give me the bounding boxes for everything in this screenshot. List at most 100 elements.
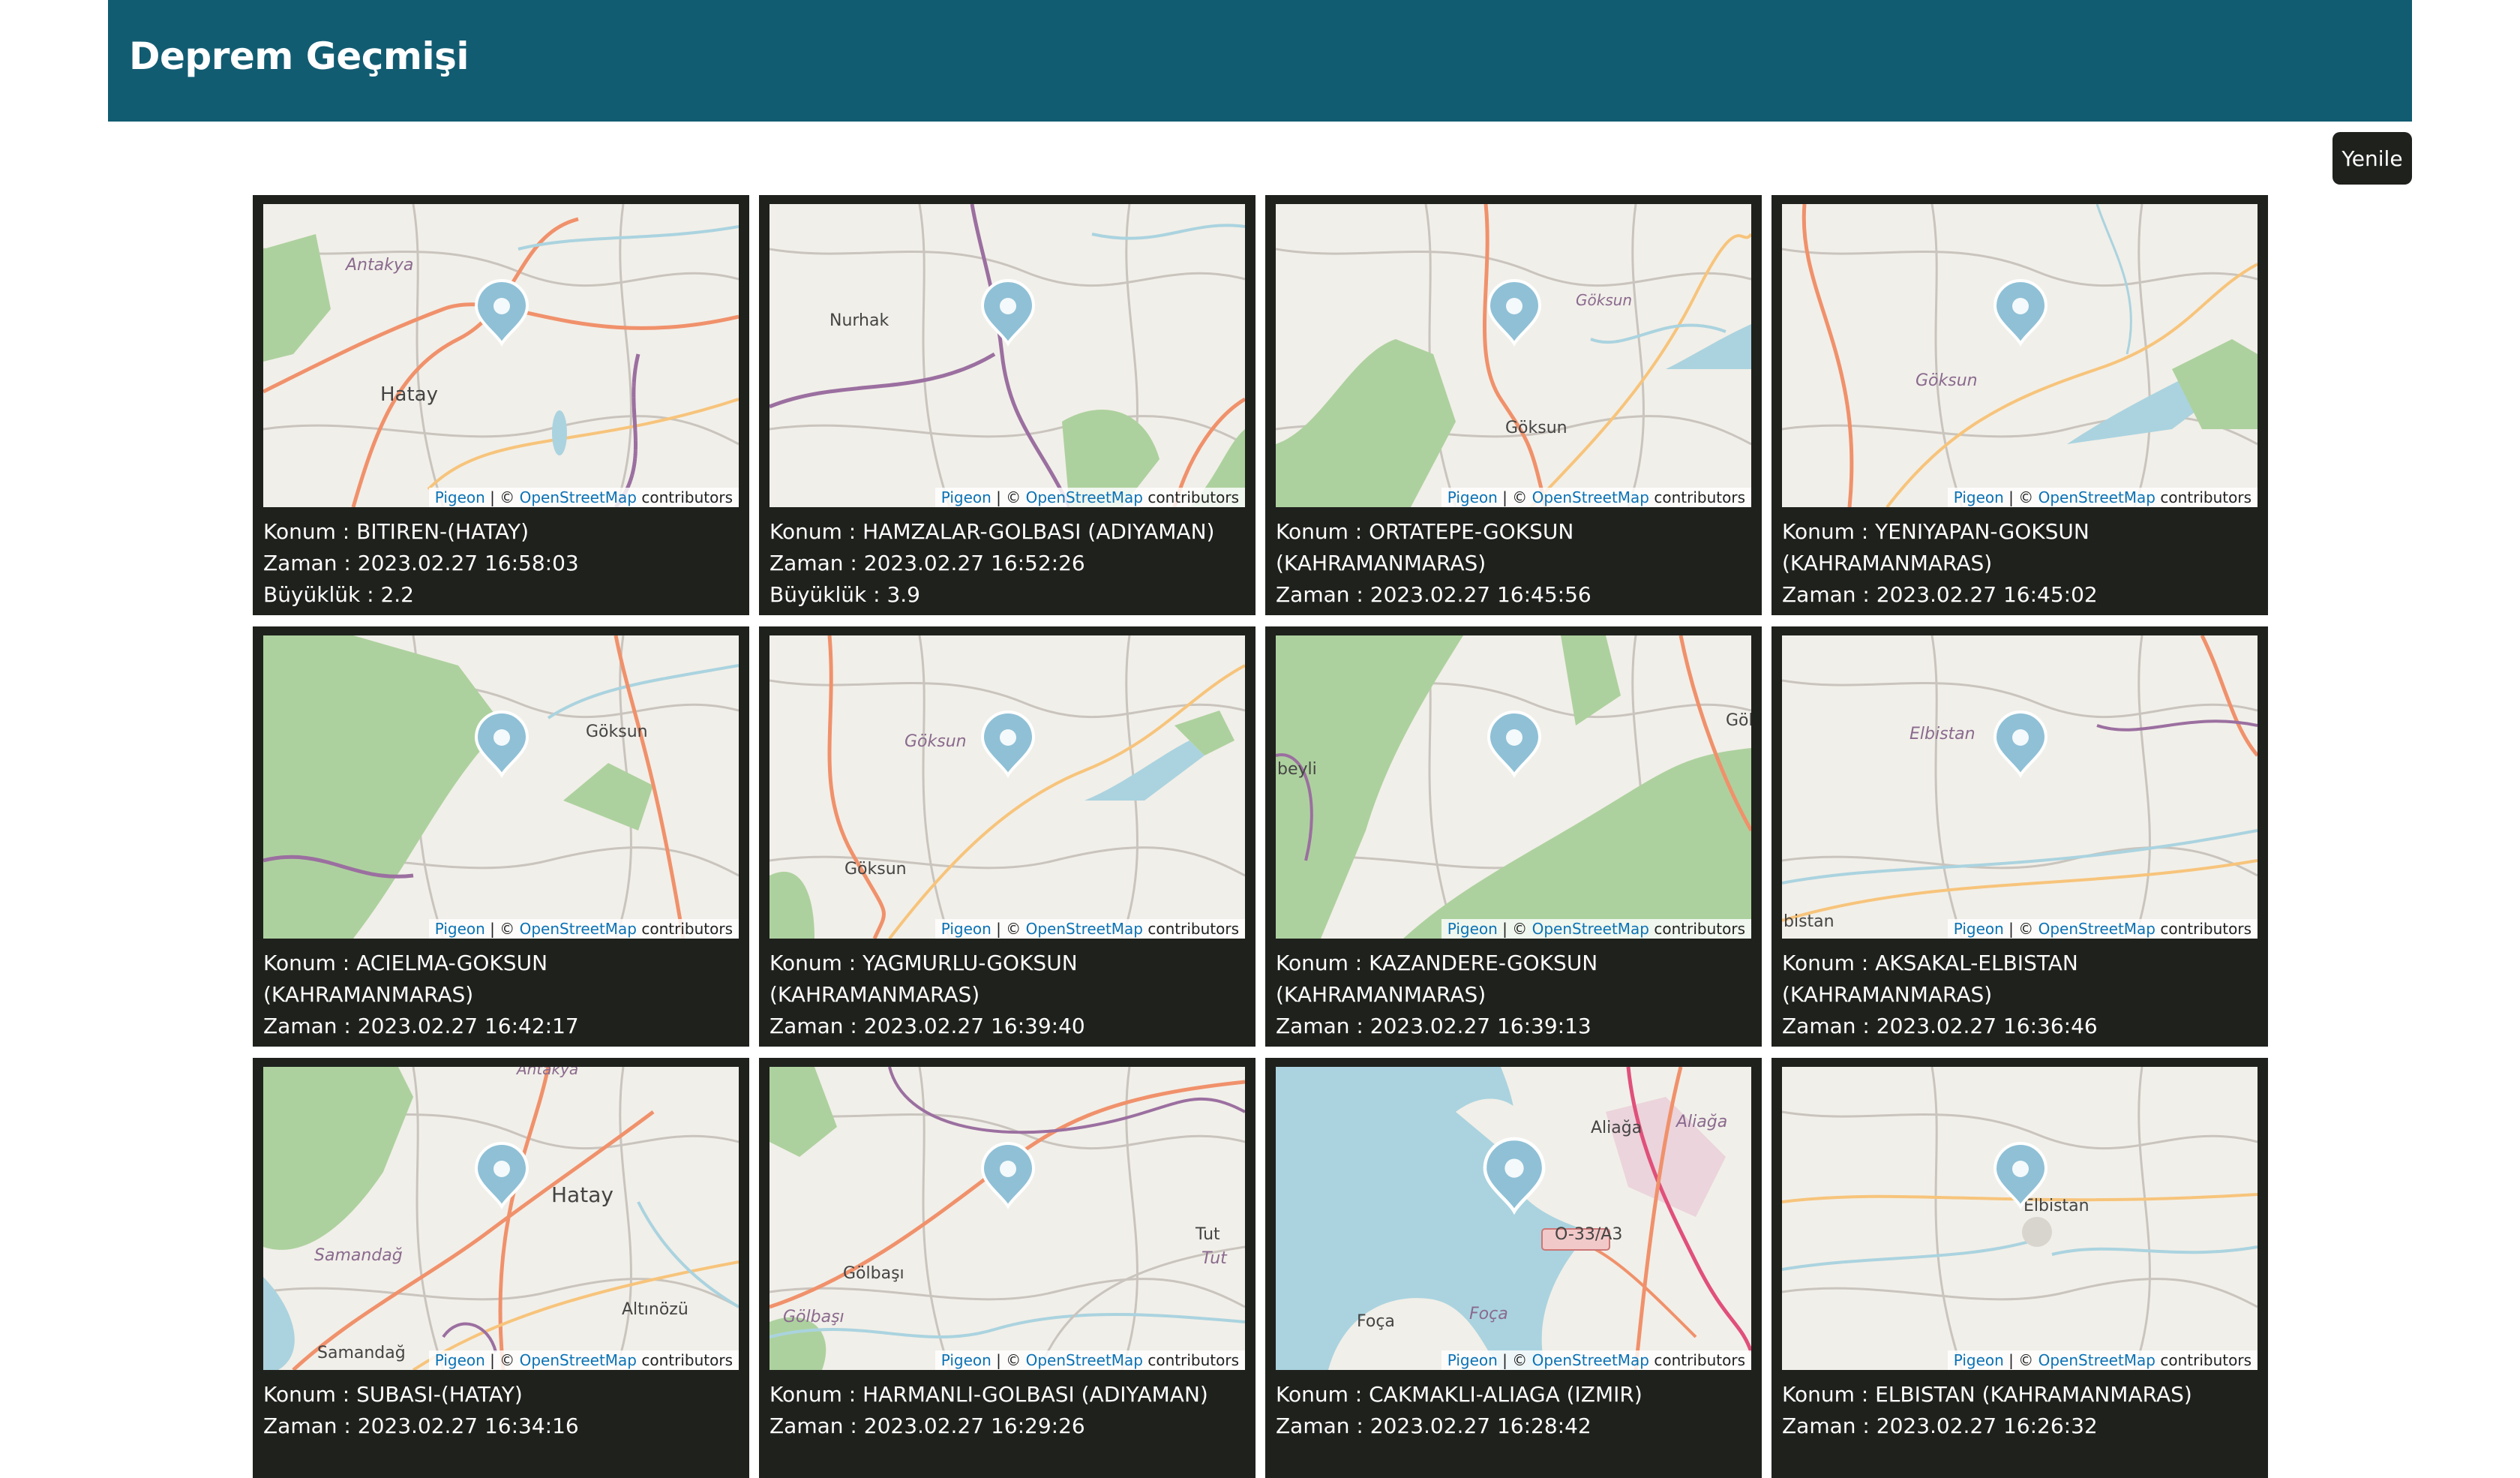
pigeon-link[interactable]: Pigeon	[941, 1351, 992, 1369]
map-svg: Elbistan	[1782, 1067, 2258, 1370]
earthquake-info: Konum : YENIYAPAN-GOKSUN (KAHRAMANMARAS)…	[1782, 507, 2258, 611]
time-line: Zaman : 2023.02.27 16:45:56	[1276, 579, 1751, 611]
location-line: Konum : HAMZALAR-GOLBASI (ADIYAMAN)	[770, 516, 1245, 548]
earthquake-card[interactable]: Nurhak Pigeon | © OpenStreetMap contribu…	[759, 195, 1256, 615]
time-line: Zaman : 2023.02.27 16:39:40	[770, 1011, 1245, 1042]
map-svg: Gölbaşı Tut Tut Gölbaşı	[770, 1067, 1245, 1370]
earthquake-info: Konum : YAGMURLU-GOKSUN (KAHRAMANMARAS) …	[770, 939, 1245, 1042]
pigeon-link[interactable]: Pigeon	[1448, 920, 1498, 938]
map-svg: Antakya Hatay	[263, 204, 739, 507]
earthquake-card[interactable]: Göksun Göksun Pigeon | © OpenStreetMap co…	[759, 626, 1256, 1047]
time-line: Zaman : 2023.02.27 16:26:32	[1782, 1410, 2258, 1442]
map-tile[interactable]: Elbistan Pigeon | © OpenStreetMap contri…	[1782, 1067, 2258, 1370]
earthquake-card[interactable]: Göksun Pigeon | © OpenStreetMap contribu…	[1772, 195, 2268, 615]
earthquake-card[interactable]: Aliağa Aliağa O-33/A3 Foça Foça Pigeon | © O…	[1265, 1058, 1762, 1478]
map-tile[interactable]: Antakya Hatay Pigeon | © OpenStreetMap co…	[263, 204, 739, 507]
time-line: Zaman : 2023.02.27 16:34:16	[263, 1410, 739, 1442]
location-label: Konum :	[263, 519, 357, 544]
osm-link[interactable]: OpenStreetMap	[520, 920, 637, 938]
earthquake-card[interactable]: Gölbaşı Tut Tut Gölbaşı Pigeon | © OpenStre…	[759, 1058, 1256, 1478]
attribution-contributors: contributors	[1649, 488, 1745, 506]
earthquake-card[interactable]: Göksun Pigeon | © OpenStreetMap contribu…	[253, 626, 749, 1047]
map-svg: Nurhak	[770, 204, 1245, 507]
attribution-separator: | ©	[484, 488, 520, 506]
map-tile[interactable]: Göksun Göksun Pigeon | © OpenStreetMap co…	[770, 635, 1245, 939]
map-place-label: beyli	[1277, 760, 1317, 779]
map-svg: Elbistan bistan	[1782, 635, 2258, 939]
earthquake-info: Konum : ORTATEPE-GOKSUN (KAHRAMANMARAS) …	[1276, 507, 1751, 611]
pigeon-link[interactable]: Pigeon	[1954, 1351, 2004, 1369]
map-svg: Göksun beyli	[1276, 635, 1751, 939]
attribution-contributors: contributors	[1143, 920, 1239, 938]
earthquake-info: Konum : HARMANLI-GOLBASI (ADIYAMAN) Zama…	[770, 1370, 1245, 1442]
osm-link[interactable]: OpenStreetMap	[1026, 488, 1143, 506]
time-value: 2023.02.27 16:36:46	[1876, 1014, 2098, 1038]
earthquake-card[interactable]: Elbistan bistan Pigeon | © OpenStreetMap …	[1772, 626, 2268, 1047]
attribution-separator: | ©	[484, 920, 520, 938]
attribution-separator: | ©	[2003, 1351, 2038, 1369]
map-attribution: Pigeon | © OpenStreetMap contributors	[1441, 488, 1751, 507]
osm-link[interactable]: OpenStreetMap	[1532, 1351, 1649, 1369]
osm-link[interactable]: OpenStreetMap	[520, 1351, 637, 1369]
map-place-label: Altınözü	[622, 1300, 688, 1319]
location-value: HARMANLI-GOLBASI (ADIYAMAN)	[862, 1382, 1208, 1407]
time-line: Zaman : 2023.02.27 16:36:46	[1782, 1011, 2258, 1042]
attribution-separator: | ©	[991, 488, 1026, 506]
map-tile[interactable]: Elbistan bistan Pigeon | © OpenStreetMap …	[1782, 635, 2258, 939]
map-place-label: Samandağ	[314, 1246, 403, 1265]
pigeon-link[interactable]: Pigeon	[1954, 488, 2004, 506]
map-tile[interactable]: Göksun Pigeon | © OpenStreetMap contribu…	[263, 635, 739, 939]
earthquake-info: Konum : ELBISTAN (KAHRAMANMARAS) Zaman :…	[1782, 1370, 2258, 1442]
time-label: Zaman :	[263, 1413, 358, 1438]
pigeon-link[interactable]: Pigeon	[941, 920, 992, 938]
map-place-label: Gölbaşı	[843, 1264, 904, 1283]
attribution-contributors: contributors	[637, 488, 733, 506]
earthquake-card[interactable]: Antakya Hatay Samandağ Samandağ Altınözü Pig…	[253, 1058, 749, 1478]
earthquake-card[interactable]: Göksun Göksun Pigeon | © OpenStreetMap co…	[1265, 195, 1762, 615]
map-tile[interactable]: Göksun Pigeon | © OpenStreetMap contribu…	[1782, 204, 2258, 507]
osm-link[interactable]: OpenStreetMap	[1532, 920, 1649, 938]
pigeon-link[interactable]: Pigeon	[435, 1351, 485, 1369]
osm-link[interactable]: OpenStreetMap	[1532, 488, 1649, 506]
time-line: Zaman : 2023.02.27 16:42:17	[263, 1011, 739, 1042]
pigeon-link[interactable]: Pigeon	[1954, 920, 2004, 938]
osm-link[interactable]: OpenStreetMap	[1026, 920, 1143, 938]
osm-link[interactable]: OpenStreetMap	[520, 488, 637, 506]
attribution-contributors: contributors	[2156, 920, 2252, 938]
time-label: Zaman :	[1276, 1014, 1370, 1038]
map-tile[interactable]: Gölbaşı Tut Tut Gölbaşı Pigeon | © OpenStre…	[770, 1067, 1245, 1370]
osm-link[interactable]: OpenStreetMap	[2038, 1351, 2156, 1369]
pigeon-link[interactable]: Pigeon	[941, 488, 992, 506]
map-attribution: Pigeon | © OpenStreetMap contributors	[1441, 919, 1751, 939]
attribution-separator: | ©	[1497, 1351, 1532, 1369]
time-line: Zaman : 2023.02.27 16:58:03	[263, 548, 739, 579]
map-place-label: Tut	[1195, 1225, 1220, 1244]
map-tile[interactable]: Antakya Hatay Samandağ Samandağ Altınözü Pig…	[263, 1067, 739, 1370]
pigeon-link[interactable]: Pigeon	[1448, 1351, 1498, 1369]
pigeon-link[interactable]: Pigeon	[435, 488, 485, 506]
location-line: Konum : YENIYAPAN-GOKSUN (KAHRAMANMARAS)	[1782, 516, 2258, 579]
map-tile[interactable]: Nurhak Pigeon | © OpenStreetMap contribu…	[770, 204, 1245, 507]
map-tile[interactable]: Aliağa Aliağa O-33/A3 Foça Foça Pigeon | © O…	[1276, 1067, 1751, 1370]
map-attribution: Pigeon | © OpenStreetMap contributors	[428, 1350, 739, 1370]
pigeon-link[interactable]: Pigeon	[1448, 488, 1498, 506]
magnitude-label: Büyüklük :	[263, 582, 381, 607]
pigeon-link[interactable]: Pigeon	[435, 920, 485, 938]
map-place-label: Elbistan	[1910, 725, 1976, 744]
osm-link[interactable]: OpenStreetMap	[2038, 920, 2156, 938]
location-value: SUBASI-(HATAY)	[356, 1382, 523, 1407]
earthquake-card[interactable]: Elbistan Pigeon | © OpenStreetMap contri…	[1772, 1058, 2268, 1478]
osm-link[interactable]: OpenStreetMap	[2038, 488, 2156, 506]
earthquake-card[interactable]: Göksun beyli Pigeon | © OpenStreetMap con…	[1265, 626, 1762, 1047]
location-line: Konum : YAGMURLU-GOKSUN (KAHRAMANMARAS)	[770, 948, 1245, 1011]
time-value: 2023.02.27 16:39:40	[863, 1014, 1085, 1038]
map-tile[interactable]: Göksun Göksun Pigeon | © OpenStreetMap co…	[1276, 204, 1751, 507]
attribution-separator: | ©	[2003, 488, 2038, 506]
osm-link[interactable]: OpenStreetMap	[1026, 1351, 1143, 1369]
earthquake-card[interactable]: Antakya Hatay Pigeon | © OpenStreetMap co…	[253, 195, 749, 615]
refresh-button[interactable]: Yenile	[2332, 132, 2412, 185]
map-place-label: Göksun	[1505, 419, 1568, 437]
attribution-contributors: contributors	[2156, 1351, 2252, 1369]
earthquake-info: Konum : BITIREN-(HATAY) Zaman : 2023.02.…	[263, 507, 739, 611]
map-tile[interactable]: Göksun beyli Pigeon | © OpenStreetMap con…	[1276, 635, 1751, 939]
